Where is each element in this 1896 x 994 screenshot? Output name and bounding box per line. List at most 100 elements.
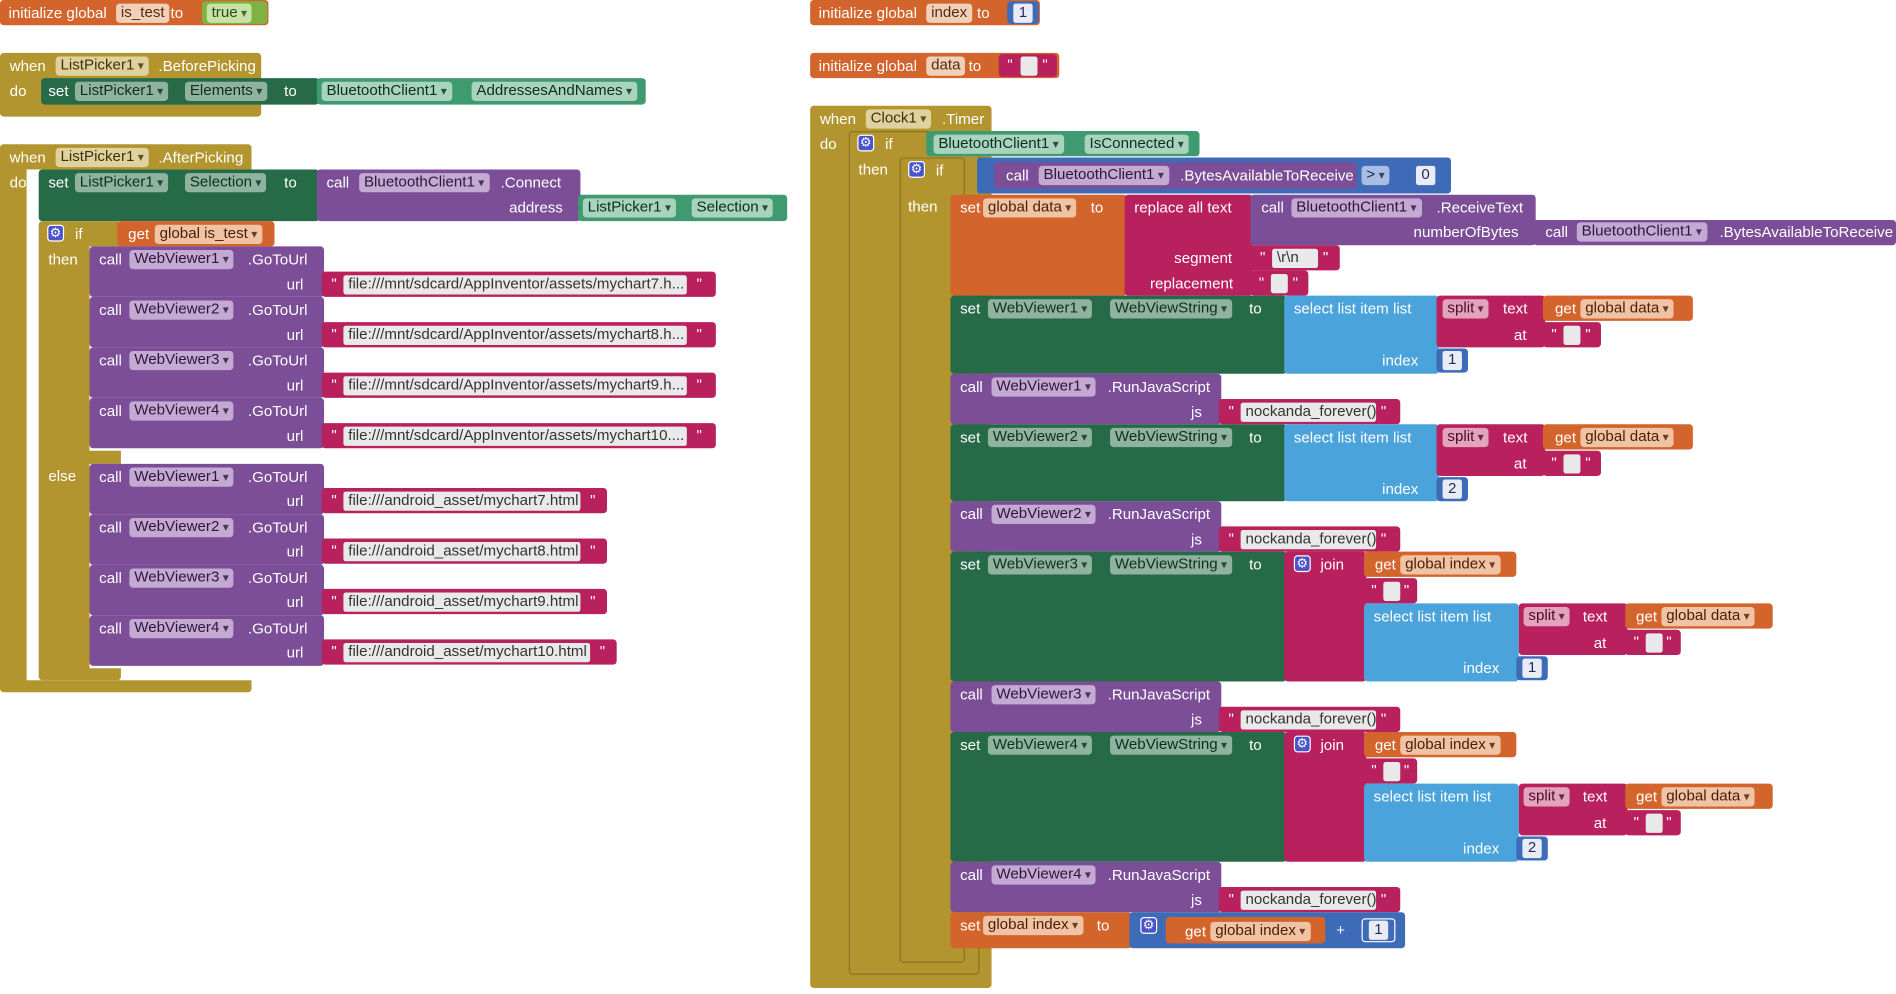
variable-global-data-dropdown[interactable]: global data	[1661, 787, 1755, 807]
split-dropdown[interactable]: split	[1523, 606, 1570, 627]
variable-name-data[interactable]: data	[926, 56, 966, 76]
component-listpicker1-dropdown[interactable]: ListPicker1	[74, 81, 169, 101]
component-listpicker1-dropdown[interactable]: ListPicker1	[74, 173, 169, 193]
set-label: set	[48, 174, 69, 192]
property-elements-dropdown[interactable]: Elements	[185, 81, 268, 101]
variable-global-index-dropdown[interactable]: global index	[983, 915, 1083, 936]
component-listpicker1-dropdown[interactable]: ListPicker1	[55, 147, 149, 168]
variable-global-data-dropdown[interactable]: global data	[1661, 606, 1755, 627]
text-comma-value[interactable]	[1563, 325, 1581, 345]
component-bluetooth-dropdown[interactable]: BluetoothClient1	[321, 81, 452, 101]
text-url-value[interactable]: file:///android_asset/mychart8.html	[343, 542, 581, 562]
number-value[interactable]: 1	[1368, 920, 1389, 940]
component-webviewer1-dropdown[interactable]: WebViewer1	[991, 377, 1096, 397]
component-bluetooth-dropdown[interactable]: BluetoothClient1	[1038, 165, 1169, 186]
component-webviewer3-dropdown[interactable]: WebViewer3	[129, 568, 234, 588]
property-addresses-and-names-dropdown[interactable]: AddressesAndNames	[471, 81, 637, 101]
property-selection-dropdown[interactable]: Selection	[691, 198, 773, 218]
text-js-value[interactable]: nockanda_forever()	[1240, 710, 1377, 730]
text-url-value[interactable]: file:///mnt/sdcard/AppInventor/assets/my…	[343, 376, 687, 396]
component-bluetooth-dropdown[interactable]: BluetoothClient1	[933, 134, 1064, 154]
property-webviewstring-dropdown[interactable]: WebViewString	[1110, 555, 1232, 575]
number-value[interactable]: 1	[1442, 350, 1462, 371]
variable-global-index-dropdown[interactable]: global index	[1400, 555, 1501, 575]
text-empty-value[interactable]	[1020, 56, 1038, 76]
gear-icon[interactable]: ⚙	[1140, 917, 1158, 934]
variable-global-index-dropdown[interactable]: global index	[1400, 735, 1501, 755]
variable-global-data-dropdown[interactable]: global data	[983, 198, 1077, 218]
text-comma-value[interactable]	[1383, 581, 1401, 601]
component-webviewer2-dropdown[interactable]: WebViewer2	[987, 427, 1093, 448]
gear-icon[interactable]: ⚙	[908, 161, 926, 178]
component-webviewer4-dropdown[interactable]: WebViewer4	[129, 401, 234, 421]
component-webviewer2-dropdown[interactable]: WebViewer2	[991, 504, 1096, 525]
method-gotourl-label: .GoToUrl	[247, 519, 308, 537]
text-newline-value[interactable]: \r\n	[1272, 248, 1319, 269]
variable-global-is-test-dropdown[interactable]: global is_test	[154, 224, 263, 244]
quote-close: "	[599, 643, 606, 660]
text-url-value[interactable]: file:///mnt/sdcard/AppInventor/assets/my…	[343, 426, 687, 446]
component-webviewer3-dropdown[interactable]: WebViewer3	[129, 350, 234, 371]
property-webviewstring-dropdown[interactable]: WebViewString	[1110, 427, 1232, 448]
text-url-value[interactable]: file:///mnt/sdcard/AppInventor/assets/my…	[343, 275, 687, 295]
number-value[interactable]: 0	[1415, 165, 1436, 186]
component-webviewer1-dropdown[interactable]: WebViewer1	[129, 467, 234, 487]
text-comma-value[interactable]	[1563, 454, 1581, 474]
quote-close: "	[1585, 454, 1591, 472]
variable-global-index-dropdown[interactable]: global index	[1210, 921, 1311, 942]
component-webviewer3-dropdown[interactable]: WebViewer3	[987, 555, 1093, 575]
component-webviewer2-dropdown[interactable]: WebViewer2	[129, 518, 234, 538]
text-js-value[interactable]: nockanda_forever()	[1240, 530, 1377, 550]
gear-icon[interactable]: ⚙	[47, 224, 65, 242]
gear-icon[interactable]: ⚙	[1293, 735, 1311, 753]
number-value[interactable]: 2	[1522, 838, 1542, 859]
quote-open: "	[1551, 454, 1557, 472]
component-webviewer1-dropdown[interactable]: WebViewer1	[129, 249, 234, 270]
component-webviewer4-dropdown[interactable]: WebViewer4	[129, 618, 234, 639]
component-webviewer1-dropdown[interactable]: WebViewer1	[987, 299, 1093, 319]
component-webviewer2-dropdown[interactable]: WebViewer2	[129, 300, 234, 320]
operator-gt-dropdown[interactable]: >	[1361, 165, 1390, 186]
component-clock1-dropdown[interactable]: Clock1	[865, 109, 932, 129]
component-webviewer4-dropdown[interactable]: WebViewer4	[987, 735, 1093, 755]
number-value[interactable]: 1	[1522, 658, 1542, 678]
text-comma-value[interactable]	[1645, 813, 1663, 833]
logic-true-dropdown[interactable]: true	[206, 3, 252, 23]
gear-icon[interactable]: ⚙	[857, 134, 875, 152]
text-comma-value[interactable]	[1645, 633, 1663, 653]
component-bluetooth-dropdown[interactable]: BluetoothClient1	[1291, 198, 1422, 218]
component-bluetooth-dropdown[interactable]: BluetoothClient1	[359, 173, 490, 193]
blocks-workspace[interactable]: initialize global is_test to true when L…	[0, 0, 1896, 994]
property-isconnected-dropdown[interactable]: IsConnected	[1084, 134, 1189, 154]
text-js-value[interactable]: nockanda_forever()	[1240, 890, 1377, 910]
text-url-value[interactable]: file:///android_asset/mychart9.html	[343, 592, 581, 612]
text-js-value[interactable]: nockanda_forever()	[1240, 402, 1377, 422]
to-label: to	[977, 4, 990, 22]
text-url-value[interactable]: file:///android_asset/mychart7.html	[343, 491, 581, 511]
component-bluetooth-dropdown[interactable]: BluetoothClient1	[1576, 222, 1707, 242]
component-webviewer4-dropdown[interactable]: WebViewer4	[991, 865, 1096, 885]
component-listpicker1-dropdown[interactable]: ListPicker1	[582, 198, 676, 218]
variable-name-is-test[interactable]: is_test	[116, 3, 170, 23]
split-dropdown[interactable]: split	[1442, 299, 1489, 319]
number-value[interactable]: 1	[1013, 3, 1033, 23]
text-empty-value[interactable]	[1270, 274, 1288, 294]
property-webviewstring-dropdown[interactable]: WebViewString	[1110, 299, 1232, 319]
text-comma-value[interactable]	[1383, 762, 1401, 782]
component-listpicker1-dropdown[interactable]: ListPicker1	[55, 56, 149, 76]
text-url-value[interactable]: file:///mnt/sdcard/AppInventor/assets/my…	[343, 325, 687, 345]
property-webviewstring-dropdown[interactable]: WebViewString	[1110, 735, 1232, 755]
variable-name-index[interactable]: index	[926, 3, 973, 23]
text-url-value[interactable]: file:///android_asset/mychart10.html	[343, 643, 591, 663]
init-global-label: initialize global	[818, 57, 917, 75]
set-label: set	[48, 82, 69, 100]
split-dropdown[interactable]: split	[1442, 427, 1489, 448]
property-selection-dropdown[interactable]: Selection	[185, 173, 267, 193]
variable-global-data-dropdown[interactable]: global data	[1580, 427, 1674, 448]
gear-icon[interactable]: ⚙	[1293, 555, 1311, 573]
call-label: call	[99, 402, 122, 420]
split-dropdown[interactable]: split	[1523, 787, 1570, 807]
variable-global-data-dropdown[interactable]: global data	[1580, 299, 1674, 319]
number-value[interactable]: 2	[1442, 479, 1462, 499]
component-webviewer3-dropdown[interactable]: WebViewer3	[991, 685, 1096, 705]
